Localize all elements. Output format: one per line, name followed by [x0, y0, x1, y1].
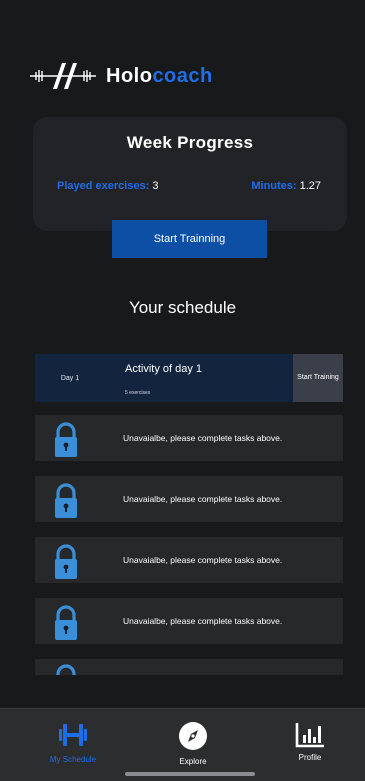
tab-explore-label: Explore: [179, 757, 207, 766]
home-indicator: [125, 772, 255, 776]
locked-day-row: Unavaialbe, please complete tasks above.: [35, 415, 343, 461]
minutes-stat: Minutes: 1.27: [251, 180, 321, 192]
tab-my-schedule[interactable]: My Schedule: [33, 721, 113, 764]
lock-icon: [55, 544, 77, 579]
locked-day-row-partial: [35, 659, 343, 675]
locked-message: Unavaialbe, please complete tasks above.: [123, 555, 283, 565]
locked-day-row: Unavaialbe, please complete tasks above.: [35, 476, 343, 522]
lock-icon: [55, 605, 77, 640]
tab-profile[interactable]: Profile: [270, 721, 350, 762]
minutes-label: Minutes:: [251, 180, 297, 192]
compass-icon: [179, 722, 207, 750]
tab-my-schedule-label: My Schedule: [49, 755, 97, 764]
day-exercise-count: 5 exercises: [125, 390, 151, 396]
dumbbell-icon: [59, 724, 87, 746]
week-progress-card: Week Progress Played exercises: 3 Minutes…: [33, 117, 347, 231]
locked-message: Unavaialbe, please complete tasks above.: [123, 616, 283, 626]
played-exercises-value: 3: [152, 180, 159, 192]
week-progress-title: Week Progress: [126, 133, 254, 152]
bottom-tab-bar: My Schedule Explore Profile: [0, 708, 365, 781]
lock-icon: [55, 422, 77, 457]
played-exercises-stat: Played exercises: 3: [57, 180, 158, 192]
day-start-training-button[interactable]: Start Training: [293, 354, 343, 402]
day-label: Day 1: [60, 374, 80, 382]
schedule-title: Your schedule: [128, 298, 237, 317]
locked-day-row: Unavaialbe, please complete tasks above.: [35, 598, 343, 644]
app-name-coach: coach: [152, 64, 213, 87]
tab-explore[interactable]: Explore: [153, 721, 233, 766]
dumbbell-logo-icon: [30, 63, 96, 89]
tab-profile-label: Profile: [298, 753, 322, 762]
day-activity-title: Activity of day 1: [125, 363, 203, 375]
lock-icon: [56, 664, 76, 675]
app-name: Holocoach: [106, 65, 213, 88]
day-info: Activity of day 1 5 exercises: [105, 354, 293, 402]
locked-message: Unavaialbe, please complete tasks above.: [123, 494, 283, 504]
schedule-day-row[interactable]: Day 1 Activity of day 1 5 exercises Star…: [35, 354, 343, 402]
start-training-button[interactable]: Start Trainning: [112, 220, 267, 258]
lock-icon: [55, 483, 77, 518]
locked-day-row: Unavaialbe, please complete tasks above.: [35, 537, 343, 583]
app-name-holo: Holo: [106, 64, 153, 87]
played-exercises-label: Played exercises:: [57, 180, 150, 192]
bar-chart-icon: [295, 723, 324, 748]
home-screen: Holocoach Week Progress Played exercises…: [0, 0, 365, 781]
app-logo: Holocoach: [28, 62, 213, 90]
locked-message: Unavaialbe, please complete tasks above.: [123, 433, 283, 443]
minutes-value: 1.27: [299, 180, 321, 192]
